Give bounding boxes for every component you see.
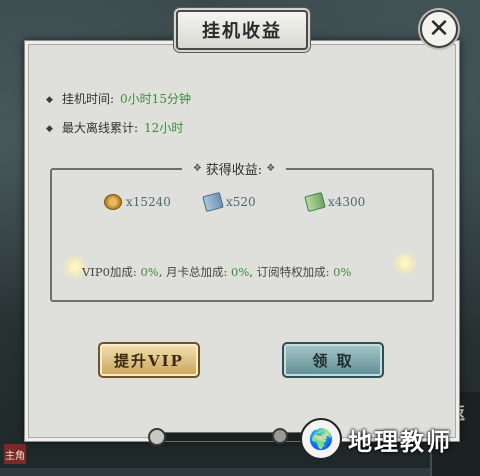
vip-bonus-value: 0% <box>140 265 159 279</box>
vip-bonus-label: VIP0加成: <box>82 265 137 279</box>
rewards-box <box>50 168 434 302</box>
close-button[interactable]: ✕ <box>420 10 458 48</box>
watermark: 🌍 地理教师 <box>300 418 452 460</box>
reward-item-green-scroll: x4300 <box>304 191 366 213</box>
dialog-title: 挂机收益 <box>202 21 282 42</box>
max-offline-row: ◆ 最大离线累计: 12小时 <box>46 119 183 136</box>
idle-time-row: ◆ 挂机时间: 0小时15分钟 <box>46 90 191 107</box>
slider-handle-secondary[interactable] <box>272 428 288 444</box>
monthly-bonus-value: 0% <box>231 265 250 279</box>
slider-handle[interactable] <box>148 428 166 446</box>
idle-time-label: 挂机时间: <box>62 92 115 106</box>
upgrade-vip-button[interactable]: 提升VIP <box>98 342 200 378</box>
reward-amount: x15240 <box>126 195 171 209</box>
reward-amount: x520 <box>226 195 256 209</box>
reward-item-coin: x15240 <box>104 194 171 210</box>
claim-button[interactable]: 领 取 <box>282 342 384 378</box>
ornament-icon: ❖ <box>266 162 276 174</box>
subscription-bonus-value: 0% <box>333 265 352 279</box>
reward-item-blue-scroll: x520 <box>202 191 256 213</box>
green-scroll-icon <box>304 191 326 213</box>
subscription-bonus-label: 订阅特权加成: <box>256 265 330 279</box>
reward-amount: x4300 <box>328 195 366 209</box>
blue-scroll-icon <box>202 191 224 213</box>
globe-logo-icon: 🌍 <box>300 418 342 460</box>
rewards-header-label: 获得收益: <box>205 162 263 178</box>
max-offline-value: 12小时 <box>144 121 184 135</box>
idle-time-value: 0小时15分钟 <box>120 92 191 106</box>
coin-icon <box>104 194 122 210</box>
dialog-title-plate: 挂机收益 <box>176 10 308 50</box>
max-offline-label: 最大离线累计: <box>62 121 139 135</box>
watermark-text: 地理教师 <box>348 426 452 456</box>
sparkle-icon <box>392 250 418 276</box>
bullet-icon: ◆ <box>46 123 53 134</box>
bullet-icon: ◆ <box>46 94 53 105</box>
bonus-line: VIP0加成: 0%, 月卡总加成: 0%, 订阅特权加成: 0% <box>82 265 352 279</box>
monthly-bonus-label: 月卡总加成: <box>166 265 228 279</box>
rewards-header: ❖ 获得收益: ❖ <box>182 158 286 178</box>
close-icon: ✕ <box>428 14 450 44</box>
ornament-icon: ❖ <box>192 162 202 174</box>
left-corner-tag[interactable]: 主角 <box>4 444 26 464</box>
